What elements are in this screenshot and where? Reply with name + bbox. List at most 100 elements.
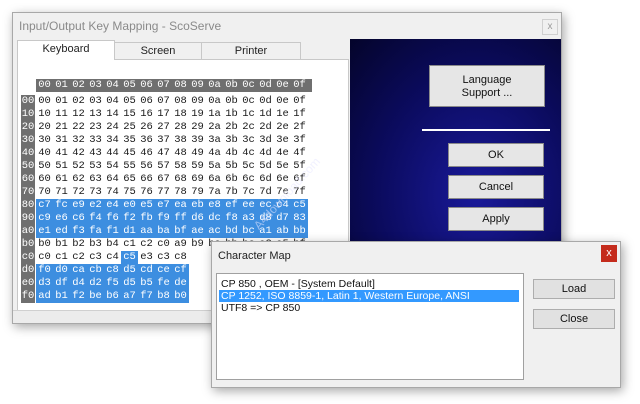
- grid-cell[interactable]: f7: [138, 290, 155, 303]
- grid-cell[interactable]: 49: [189, 147, 206, 160]
- grid-cell[interactable]: 77: [155, 186, 172, 199]
- grid-cell[interactable]: 0e: [274, 95, 291, 108]
- grid-cell[interactable]: ab: [274, 225, 291, 238]
- grid-cell[interactable]: 1c: [240, 108, 257, 121]
- grid-cell[interactable]: cb: [87, 264, 104, 277]
- grid-cell[interactable]: 44: [104, 147, 121, 160]
- grid-cell[interactable]: 58: [172, 160, 189, 173]
- grid-cell[interactable]: 72: [70, 186, 87, 199]
- grid-cell[interactable]: fb: [138, 212, 155, 225]
- grid-cell[interactable]: 2c: [240, 121, 257, 134]
- grid-cell[interactable]: be: [87, 290, 104, 303]
- list-item[interactable]: CP 850 , OEM - [System Default]: [219, 278, 377, 290]
- grid-cell[interactable]: 42: [70, 147, 87, 160]
- grid-cell[interactable]: bd: [223, 225, 240, 238]
- grid-cell[interactable]: 71: [53, 186, 70, 199]
- grid-cell[interactable]: 3b: [223, 134, 240, 147]
- grid-cell[interactable]: ce: [155, 264, 172, 277]
- grid-cell[interactable]: c3: [87, 251, 104, 264]
- grid-cell[interactable]: 52: [70, 160, 87, 173]
- grid-cell[interactable]: c2: [70, 251, 87, 264]
- grid-cell[interactable]: 50: [36, 160, 53, 173]
- grid-cell[interactable]: 6a: [206, 173, 223, 186]
- grid-cell[interactable]: 0a: [206, 95, 223, 108]
- grid-cell[interactable]: 02: [70, 95, 87, 108]
- grid-cell[interactable]: 32: [70, 134, 87, 147]
- grid-cell[interactable]: d0: [53, 264, 70, 277]
- grid-cell[interactable]: e3: [138, 251, 155, 264]
- grid-cell[interactable]: 59: [189, 160, 206, 173]
- grid-cell[interactable]: f3: [70, 225, 87, 238]
- grid-cell[interactable]: fc: [53, 199, 70, 212]
- list-item[interactable]: UTF8 => CP 850: [219, 302, 302, 314]
- load-button[interactable]: Load: [533, 279, 615, 299]
- grid-cell[interactable]: 20: [36, 121, 53, 134]
- grid-cell[interactable]: 60: [36, 173, 53, 186]
- grid-cell[interactable]: 15: [121, 108, 138, 121]
- grid-cell[interactable]: 7b: [223, 186, 240, 199]
- grid-cell[interactable]: b6: [104, 290, 121, 303]
- grid-cell[interactable]: 54: [104, 160, 121, 173]
- grid-cell[interactable]: a9: [172, 238, 189, 251]
- cancel-button[interactable]: Cancel: [448, 175, 544, 199]
- grid-cell[interactable]: 19: [189, 108, 206, 121]
- grid-cell[interactable]: 0b: [223, 95, 240, 108]
- grid-cell[interactable]: 05: [121, 95, 138, 108]
- grid-cell[interactable]: 27: [155, 121, 172, 134]
- grid-cell[interactable]: 29: [189, 121, 206, 134]
- grid-cell[interactable]: 3a: [206, 134, 223, 147]
- grid-cell[interactable]: f2: [70, 290, 87, 303]
- tab-keyboard[interactable]: Keyboard: [17, 40, 115, 60]
- grid-cell[interactable]: 04: [104, 95, 121, 108]
- grid-cell[interactable]: fa: [87, 225, 104, 238]
- grid-cell[interactable]: 67: [155, 173, 172, 186]
- grid-cell[interactable]: f4: [87, 212, 104, 225]
- character-map-list[interactable]: CP 850 , OEM - [System Default] CP 1252,…: [216, 273, 524, 380]
- grid-cell[interactable]: ed: [53, 225, 70, 238]
- grid-cell[interactable]: bb: [291, 225, 308, 238]
- grid-cell[interactable]: dc: [206, 212, 223, 225]
- grid-cell[interactable]: 30: [36, 134, 53, 147]
- grid-cell[interactable]: bf: [172, 225, 189, 238]
- grid-cell[interactable]: 1b: [223, 108, 240, 121]
- grid-cell[interactable]: fe: [155, 277, 172, 290]
- grid-cell[interactable]: 83: [291, 212, 308, 225]
- grid-cell[interactable]: 61: [53, 173, 70, 186]
- grid-cell[interactable]: 7a: [206, 186, 223, 199]
- grid-cell[interactable]: 66: [138, 173, 155, 186]
- grid-cell[interactable]: c8: [104, 264, 121, 277]
- grid-cell[interactable]: 55: [121, 160, 138, 173]
- grid-cell[interactable]: d3: [36, 277, 53, 290]
- grid-cell[interactable]: 2a: [206, 121, 223, 134]
- grid-cell[interactable]: 4a: [206, 147, 223, 160]
- grid-cell[interactable]: 39: [189, 134, 206, 147]
- grid-cell[interactable]: e4: [104, 199, 121, 212]
- grid-cell[interactable]: b5: [138, 277, 155, 290]
- grid-cell[interactable]: 36: [138, 134, 155, 147]
- grid-cell[interactable]: 53: [87, 160, 104, 173]
- grid-cell[interactable]: 38: [172, 134, 189, 147]
- grid-cell[interactable]: b1: [53, 290, 70, 303]
- tab-screen[interactable]: Screen: [113, 42, 203, 59]
- grid-cell[interactable]: 3c: [240, 134, 257, 147]
- grid-cell[interactable]: 12: [70, 108, 87, 121]
- grid-cell[interactable]: c0: [155, 238, 172, 251]
- grid-cell[interactable]: 24: [104, 121, 121, 134]
- grid-cell[interactable]: 0d: [257, 95, 274, 108]
- grid-cell[interactable]: 25: [121, 121, 138, 134]
- grid-cell[interactable]: 07: [155, 95, 172, 108]
- grid-cell[interactable]: 78: [172, 186, 189, 199]
- grid-cell[interactable]: c8: [172, 251, 189, 264]
- grid-cell[interactable]: 6d: [257, 173, 274, 186]
- grid-cell[interactable]: e7: [155, 199, 172, 212]
- grid-cell[interactable]: c2: [138, 238, 155, 251]
- grid-cell[interactable]: 22: [70, 121, 87, 134]
- grid-cell[interactable]: 47: [155, 147, 172, 160]
- grid-cell[interactable]: 0c: [240, 95, 257, 108]
- grid-cell[interactable]: c1: [121, 238, 138, 251]
- grid-cell[interactable]: 0f: [291, 95, 308, 108]
- grid-cell[interactable]: 5c: [240, 160, 257, 173]
- grid-cell[interactable]: 68: [172, 173, 189, 186]
- grid-cell[interactable]: 06: [138, 95, 155, 108]
- grid-cell[interactable]: df: [53, 277, 70, 290]
